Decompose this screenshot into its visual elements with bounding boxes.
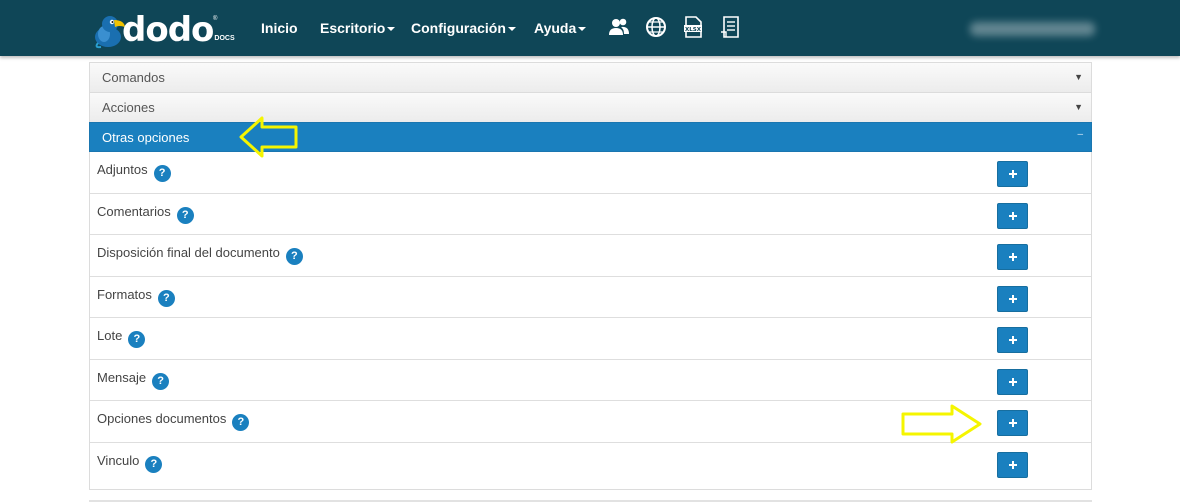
document-list-icon[interactable] [719, 15, 741, 39]
list-item: Formatos? [90, 277, 1091, 318]
add-button[interactable] [997, 327, 1028, 353]
caret-down-icon: ▼ [1074, 72, 1083, 82]
list-item: Comentarios? [90, 194, 1091, 235]
option-label: Lote [97, 328, 123, 343]
chevron-down-icon [387, 27, 396, 32]
help-icon[interactable]: ? [153, 165, 171, 182]
list-item: Lote? [90, 318, 1091, 360]
collapse-icon: – [1077, 129, 1083, 140]
accordion-comandos-label: Comandos [102, 70, 165, 85]
nav-escritorio[interactable]: Escritorio [320, 19, 396, 37]
add-button[interactable] [997, 451, 1028, 478]
nav-configuracion[interactable]: Configuración [411, 19, 516, 37]
nav-escritorio-label: Escritorio [320, 20, 386, 36]
option-label: Formatos [97, 286, 152, 302]
chevron-down-icon [578, 27, 587, 32]
brand-name: dodo [122, 10, 214, 50]
xlsx-icon[interactable]: XLSX [682, 15, 704, 39]
left-arrow-annotation-icon [239, 116, 298, 158]
help-icon[interactable]: ? [128, 331, 146, 348]
nav-inicio[interactable]: Inicio [261, 19, 298, 37]
nav-ayuda[interactable]: Ayuda [534, 19, 587, 37]
accordion-comandos[interactable]: Comandos ▼ [89, 62, 1092, 92]
caret-down-icon: ▼ [1074, 102, 1083, 112]
add-button[interactable] [997, 368, 1028, 395]
dodo-docs-logo[interactable]: dodo DOCS ® [88, 10, 238, 50]
help-icon[interactable]: ? [157, 289, 175, 307]
add-button[interactable] [997, 285, 1028, 312]
user-menu-blurred[interactable] [970, 22, 1095, 36]
add-button[interactable] [997, 161, 1028, 187]
option-label: Mensaje [97, 369, 147, 385]
help-icon[interactable]: ? [285, 248, 303, 265]
top-navbar: dodo DOCS ® Inicio Escritorio Configurac… [0, 0, 1180, 56]
option-label: Vinculo [97, 452, 140, 468]
option-label: Disposición final del documento [97, 245, 280, 260]
right-arrow-annotation-icon [901, 404, 982, 444]
bottom-divider [89, 500, 1092, 502]
option-label: Adjuntos [97, 162, 148, 177]
list-item: Vinculo? [90, 443, 1091, 489]
users-icon[interactable] [608, 15, 630, 39]
accordion-acciones-label: Acciones [102, 100, 155, 115]
accordion-otras-opciones-label: Otras opciones [102, 130, 190, 145]
globe-icon[interactable] [645, 15, 667, 39]
help-icon[interactable]: ? [232, 414, 250, 431]
add-button[interactable] [997, 202, 1028, 229]
svg-text:XLSX: XLSX [685, 27, 702, 33]
add-button[interactable] [997, 410, 1028, 436]
help-icon[interactable]: ? [145, 455, 163, 473]
list-item: Disposición final del documento? [90, 235, 1091, 277]
nav-ayuda-label: Ayuda [534, 20, 577, 36]
chevron-down-icon [507, 27, 516, 32]
option-label: Opciones documentos [97, 411, 227, 426]
option-label: Comentarios [97, 203, 171, 219]
list-item: Mensaje? [90, 360, 1091, 401]
add-button[interactable] [997, 244, 1028, 270]
brand-sub: DOCS [214, 35, 235, 42]
help-icon[interactable]: ? [176, 206, 194, 224]
brand-registered-mark: ® [213, 16, 218, 22]
nav-configuracion-label: Configuración [411, 20, 506, 36]
help-icon[interactable]: ? [152, 372, 170, 390]
